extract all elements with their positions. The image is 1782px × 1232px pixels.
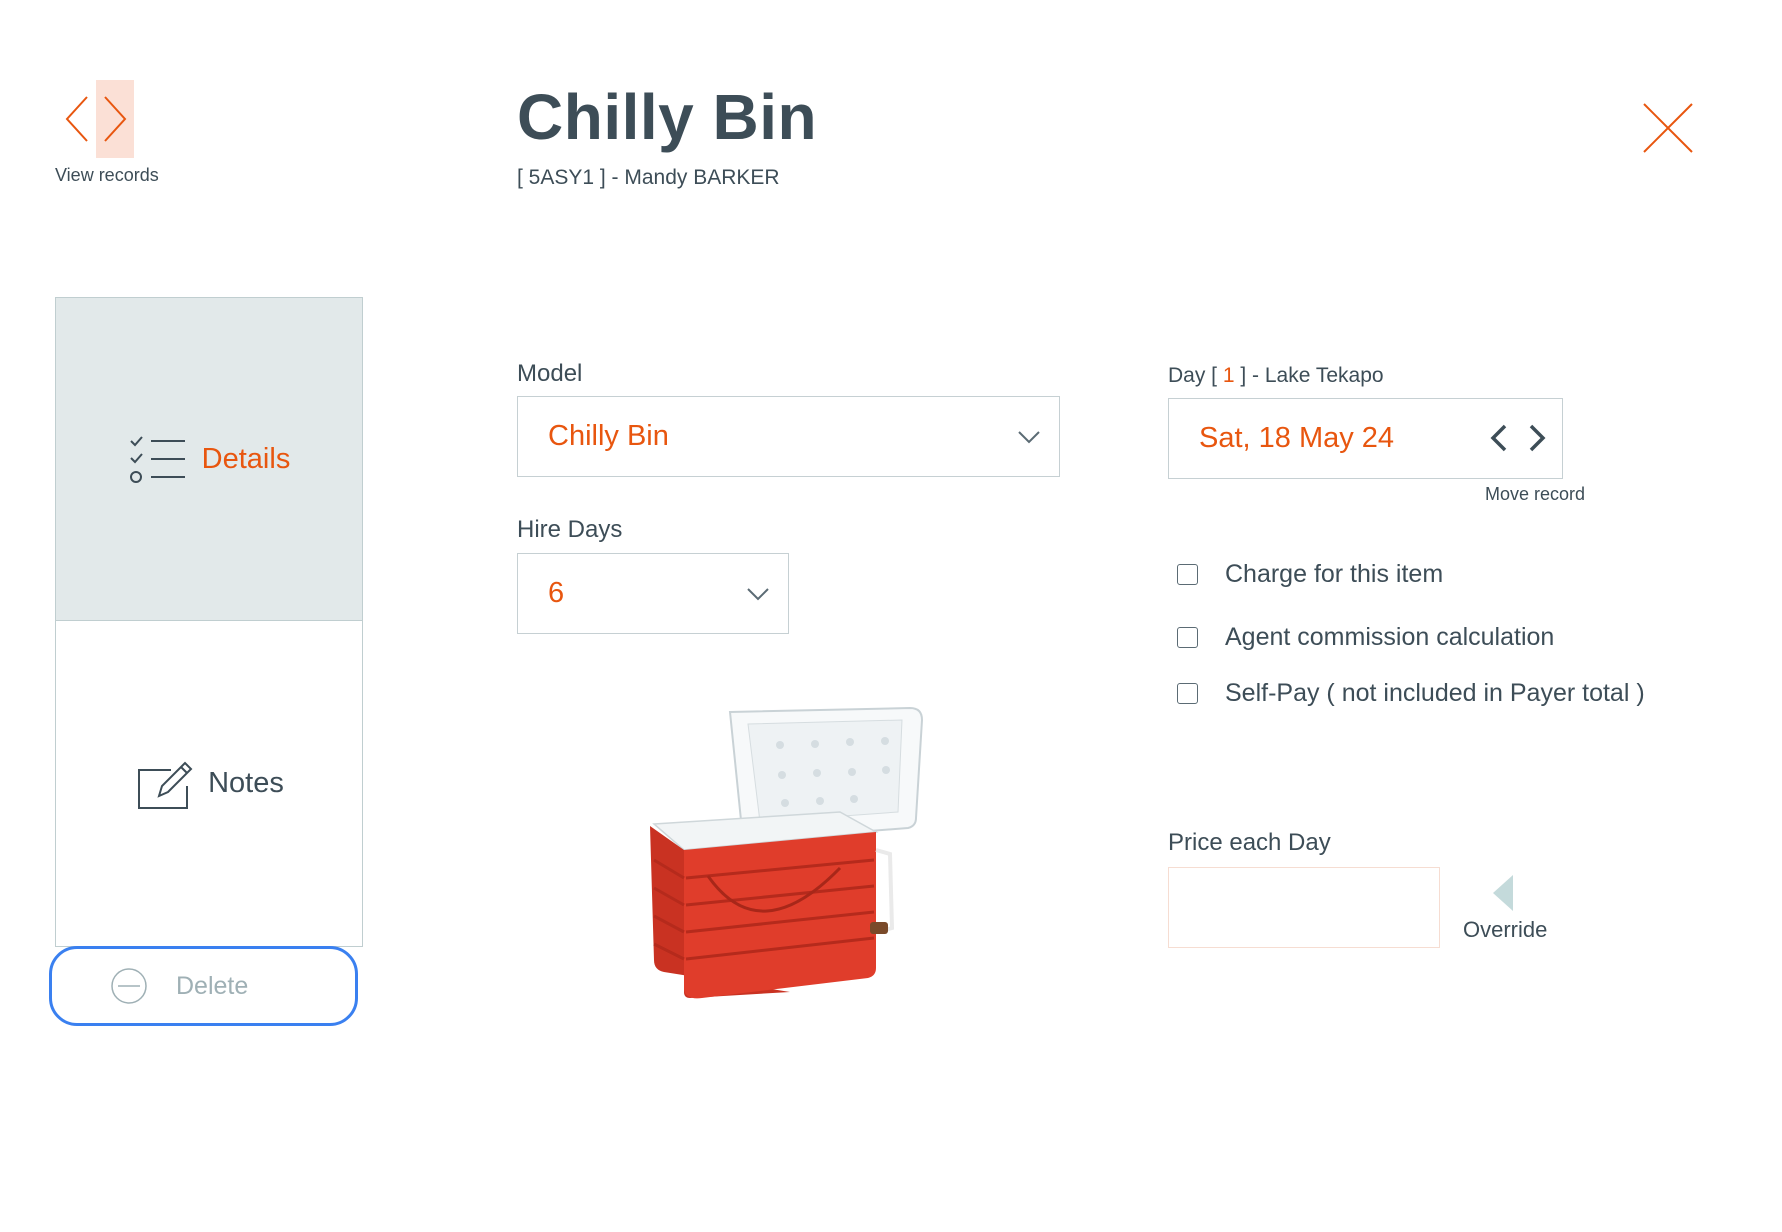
hire-days-value: 6 <box>548 577 565 609</box>
self-pay-row: Self-Pay ( not included in Payer total ) <box>1177 679 1645 708</box>
close-button[interactable] <box>1640 100 1696 156</box>
date-field[interactable]: Sat, 18 May 24 <box>1168 398 1563 479</box>
charge-item-checkbox[interactable] <box>1177 564 1198 585</box>
view-records-label: View records <box>55 165 159 185</box>
previous-record-button[interactable] <box>58 80 96 158</box>
close-icon <box>1643 103 1693 153</box>
chilly-bin-image <box>640 700 930 1000</box>
self-pay-checkbox[interactable] <box>1177 683 1198 704</box>
record-navigation <box>58 80 138 158</box>
tab-notes[interactable]: Notes <box>56 621 362 946</box>
charge-item-label: Charge for this item <box>1225 560 1444 588</box>
hire-days-select[interactable]: 6 <box>517 553 789 634</box>
side-tabs: Details Notes <box>55 297 363 947</box>
page-title: Chilly Bin <box>517 81 818 153</box>
tab-notes-label: Notes <box>208 767 284 799</box>
day-number: 1 <box>1222 364 1235 387</box>
delete-button[interactable]: Delete <box>49 946 358 1026</box>
agent-commission-label: Agent commission calculation <box>1225 623 1555 651</box>
chevron-right-icon <box>104 96 127 142</box>
self-pay-label: Self-Pay ( not included in Payer total ) <box>1225 679 1645 707</box>
date-value: Sat, 18 May 24 <box>1199 422 1395 454</box>
day-label-prefix: Day [ <box>1168 364 1223 387</box>
model-label: Model <box>517 360 583 387</box>
chevron-right-icon[interactable] <box>1526 423 1548 453</box>
tab-details-label: Details <box>201 442 291 475</box>
edit-note-icon <box>134 758 194 810</box>
date-arrows <box>1488 423 1548 453</box>
hire-days-label: Hire Days <box>517 516 623 543</box>
override-button[interactable]: Override <box>1463 917 1547 943</box>
chevron-left-icon[interactable] <box>1488 423 1510 453</box>
agent-commission-row: Agent commission calculation <box>1177 623 1554 652</box>
delete-label: Delete <box>176 971 249 1000</box>
triangle-left-icon[interactable] <box>1493 875 1513 911</box>
agent-commission-checkbox[interactable] <box>1177 627 1198 648</box>
tab-details[interactable]: Details <box>56 298 362 621</box>
day-label-suffix: ] - Lake Tekapo <box>1234 364 1384 387</box>
day-label: Day [ 1 ] - Lake Tekapo <box>1168 364 1384 388</box>
charge-item-row: Charge for this item <box>1177 560 1443 589</box>
price-each-day-label: Price each Day <box>1168 829 1331 856</box>
chevron-down-icon <box>747 587 769 600</box>
minus-circle-icon <box>111 968 147 1004</box>
checklist-icon <box>128 433 188 485</box>
price-each-day-input[interactable] <box>1168 867 1440 948</box>
chevron-left-icon <box>65 96 88 142</box>
model-value: Chilly Bin <box>548 420 669 452</box>
model-select[interactable]: Chilly Bin <box>517 396 1060 477</box>
move-record-label: Move record <box>1485 484 1586 504</box>
page-subtitle: [ 5ASY1 ] - Mandy BARKER <box>517 166 780 189</box>
chevron-down-icon <box>1018 430 1040 443</box>
next-record-button[interactable] <box>96 80 134 158</box>
